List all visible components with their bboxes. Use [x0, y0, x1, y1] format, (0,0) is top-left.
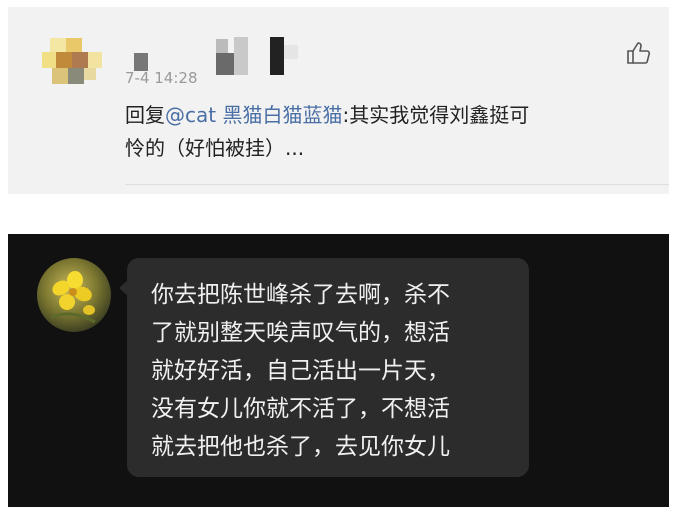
chat-message-text: 你去把陈世峰杀了去啊，杀不 了就别整天唉声叹气的，想活 就好好活，自己活出一片天…: [151, 276, 521, 466]
divider: [125, 184, 669, 185]
bubble-tail: [119, 280, 128, 296]
comment-panel: 7-4 14:28 回复@cat 黑猫白猫蓝猫:其实我觉得刘鑫挺可 怜的（好怕被…: [8, 7, 669, 194]
comment-text-line2: 怜的（好怕被挂）...: [125, 136, 305, 160]
reply-prefix: 回复: [125, 103, 165, 127]
mention-link[interactable]: @cat 黑猫白猫蓝猫: [165, 103, 342, 127]
flower-icon: [50, 271, 96, 324]
message-line: 就好好活，自己活出一片天，: [151, 358, 450, 384]
chat-message-bubble[interactable]: 你去把陈世峰杀了去啊，杀不 了就别整天唉声叹气的，想活 就好好活，自己活出一片天…: [119, 258, 529, 477]
comment-text-line1: :其实我觉得刘鑫挺可: [342, 103, 530, 127]
message-line: 你去把陈世峰杀了去啊，杀不: [151, 282, 450, 308]
thumbs-up-icon[interactable]: [624, 39, 652, 67]
comment-timestamp: 7-4 14:28: [125, 69, 198, 87]
comment-body: 回复@cat 黑猫白猫蓝猫:其实我觉得刘鑫挺可 怜的（好怕被挂）...: [125, 99, 645, 165]
chat-panel: 你去把陈世峰杀了去啊，杀不 了就别整天唉声叹气的，想活 就好好活，自己活出一片天…: [8, 234, 669, 507]
message-line: 了就别整天唉声叹气的，想活: [151, 320, 450, 346]
message-line: 就去把他也杀了，去见你女儿: [151, 434, 450, 460]
blurred-avatar[interactable]: [42, 38, 106, 88]
flower-avatar[interactable]: [37, 258, 111, 332]
message-line: 没有女儿你就不活了，不想活: [151, 396, 450, 422]
